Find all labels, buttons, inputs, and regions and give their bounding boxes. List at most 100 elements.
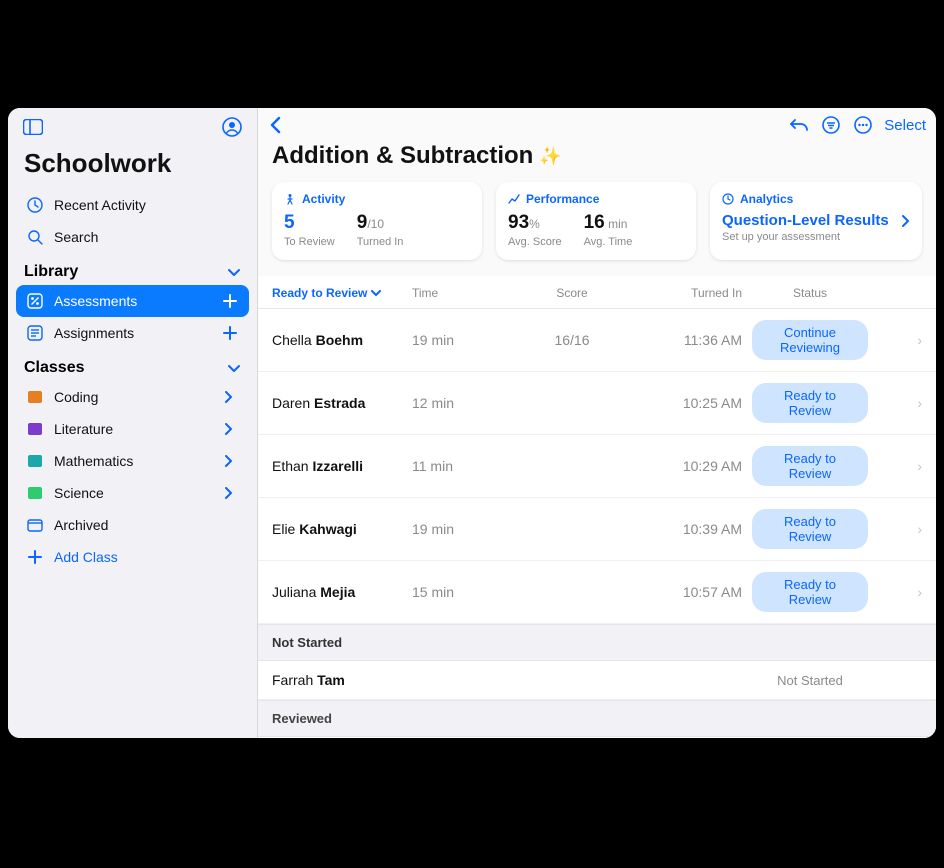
calculator-icon (26, 452, 44, 470)
cell-turned-in: 10:39 AM (632, 521, 752, 537)
back-button[interactable] (264, 114, 286, 136)
chevron-down-icon (371, 288, 381, 298)
person-walk-icon (284, 193, 296, 205)
table-row[interactable]: Elie Kahwagi 19 min 10:39 AM Ready to Re… (258, 498, 936, 561)
chevron-right-icon: › (898, 521, 922, 537)
sidebar-assessments[interactable]: Assessments (16, 285, 249, 317)
group-not-started: Not Started (258, 624, 936, 661)
avg-score: 93 (508, 212, 529, 233)
sidebar-item-label: Assignments (54, 325, 134, 341)
filter-icon[interactable] (820, 114, 842, 136)
col-score[interactable]: Score (512, 286, 632, 300)
analytics-subtitle: Set up your assessment (722, 231, 910, 243)
sidebar-toggle-icon[interactable] (22, 116, 44, 138)
status-text: Not Started (777, 673, 843, 688)
table-row[interactable]: Ethan Izzarelli 11 min 10:29 AM Ready to… (258, 435, 936, 498)
section-label: Classes (24, 359, 85, 377)
cell-turned-in: 10:25 AM (632, 395, 752, 411)
score-unit: % (529, 217, 540, 231)
avg-time: 16 (584, 212, 605, 233)
chevron-right-icon (223, 423, 239, 435)
table-row[interactable]: Jason Bettinger 12 min 13/16 10:59 AM Re… (258, 737, 936, 738)
page-title-text: Addition & Subtraction (272, 142, 533, 170)
analytics-card[interactable]: Analytics Question-Level Results Set up … (710, 182, 922, 260)
sidebar-recent-activity[interactable]: Recent Activity (16, 189, 249, 221)
sidebar-item-label: Recent Activity (54, 197, 146, 213)
sidebar-class-mathematics[interactable]: Mathematics (16, 445, 249, 477)
last-name: Estrada (314, 395, 365, 411)
to-review-count: 5 (284, 212, 295, 233)
list-icon (26, 324, 44, 342)
col-time[interactable]: Time (412, 286, 512, 300)
plus-icon[interactable] (223, 294, 239, 308)
students-table: Ready to Review Time Score Turned In Sta… (258, 276, 936, 738)
archive-icon (26, 516, 44, 534)
cell-time: 15 min (412, 584, 512, 600)
sort-column[interactable]: Ready to Review (272, 286, 412, 300)
chevron-right-icon (223, 455, 239, 467)
status-pill[interactable]: Continue Reviewing (752, 320, 868, 360)
chevron-right-icon: › (898, 584, 922, 600)
metric-label: Avg. Score (508, 236, 562, 248)
status-pill[interactable]: Ready to Review (752, 572, 868, 612)
turned-in-count: 9 (357, 212, 368, 233)
activity-card[interactable]: Activity 5 To Review 9/10 Turned In (272, 182, 482, 260)
table-row[interactable]: Juliana Mejia 15 min 10:57 AM Ready to R… (258, 561, 936, 624)
section-library[interactable]: Library (8, 253, 257, 285)
clock-icon (26, 196, 44, 214)
table-row[interactable]: Daren Estrada 12 min 10:25 AM Ready to R… (258, 372, 936, 435)
sidebar-class-literature[interactable]: Literature (16, 413, 249, 445)
col-turned-in[interactable]: Turned In (632, 286, 752, 300)
chevron-down-icon (227, 361, 241, 375)
more-icon[interactable] (852, 114, 874, 136)
status-pill[interactable]: Ready to Review (752, 509, 868, 549)
sidebar-assignments[interactable]: Assignments (16, 317, 249, 349)
sidebar-class-science[interactable]: Science (16, 477, 249, 509)
group-reviewed: Reviewed (258, 700, 936, 737)
sidebar-item-label: Science (54, 485, 104, 501)
cell-score: 16/16 (512, 332, 632, 348)
book-icon (26, 420, 44, 438)
select-button[interactable]: Select (884, 117, 926, 134)
last-name: Mejia (320, 584, 355, 600)
toolbar: Select (258, 108, 936, 136)
account-icon[interactable] (221, 116, 243, 138)
flask-icon (26, 484, 44, 502)
sort-label: Ready to Review (272, 286, 367, 300)
cell-turned-in: 11:36 AM (632, 332, 752, 348)
card-title: Activity (302, 192, 345, 206)
table-row[interactable]: Farrah Tam Not Started (258, 661, 936, 700)
sidebar-class-coding[interactable]: Coding (16, 381, 249, 413)
table-row[interactable]: Chella Boehm 19 min 16/16 11:36 AM Conti… (258, 309, 936, 372)
first-name: Ethan (272, 458, 309, 474)
sidebar-item-label: Archived (54, 517, 108, 533)
undo-icon[interactable] (788, 114, 810, 136)
section-label: Library (24, 263, 78, 281)
percent-icon (26, 292, 44, 310)
sparkle-icon: ✨ (539, 146, 561, 167)
time-unit: min (605, 217, 628, 231)
chevron-right-icon (223, 487, 239, 499)
sidebar-add-class[interactable]: Add Class (16, 541, 249, 573)
card-title: Performance (526, 192, 599, 206)
status-pill[interactable]: Ready to Review (752, 383, 868, 423)
main-content: Select Addition & Subtraction ✨ Activity… (258, 108, 936, 738)
chevron-right-icon (900, 214, 910, 228)
code-icon (26, 388, 44, 406)
performance-card[interactable]: Performance 93% Avg. Score 16 min Avg. T… (496, 182, 696, 260)
last-name: Tam (317, 672, 345, 688)
col-status[interactable]: Status (752, 286, 898, 300)
sidebar-archived[interactable]: Archived (16, 509, 249, 541)
status-pill[interactable]: Ready to Review (752, 446, 868, 486)
sidebar-search[interactable]: Search (16, 221, 249, 253)
page-title: Addition & Subtraction ✨ (258, 136, 936, 182)
app-title: Schoolwork (8, 142, 257, 189)
chevron-right-icon (223, 391, 239, 403)
sidebar-item-label: Coding (54, 389, 98, 405)
last-name: Izzarelli (312, 458, 363, 474)
chevron-right-icon: › (898, 458, 922, 474)
plus-icon[interactable] (223, 326, 239, 340)
clock-spin-icon (722, 193, 734, 205)
section-classes[interactable]: Classes (8, 349, 257, 381)
cell-turned-in: 10:57 AM (632, 584, 752, 600)
